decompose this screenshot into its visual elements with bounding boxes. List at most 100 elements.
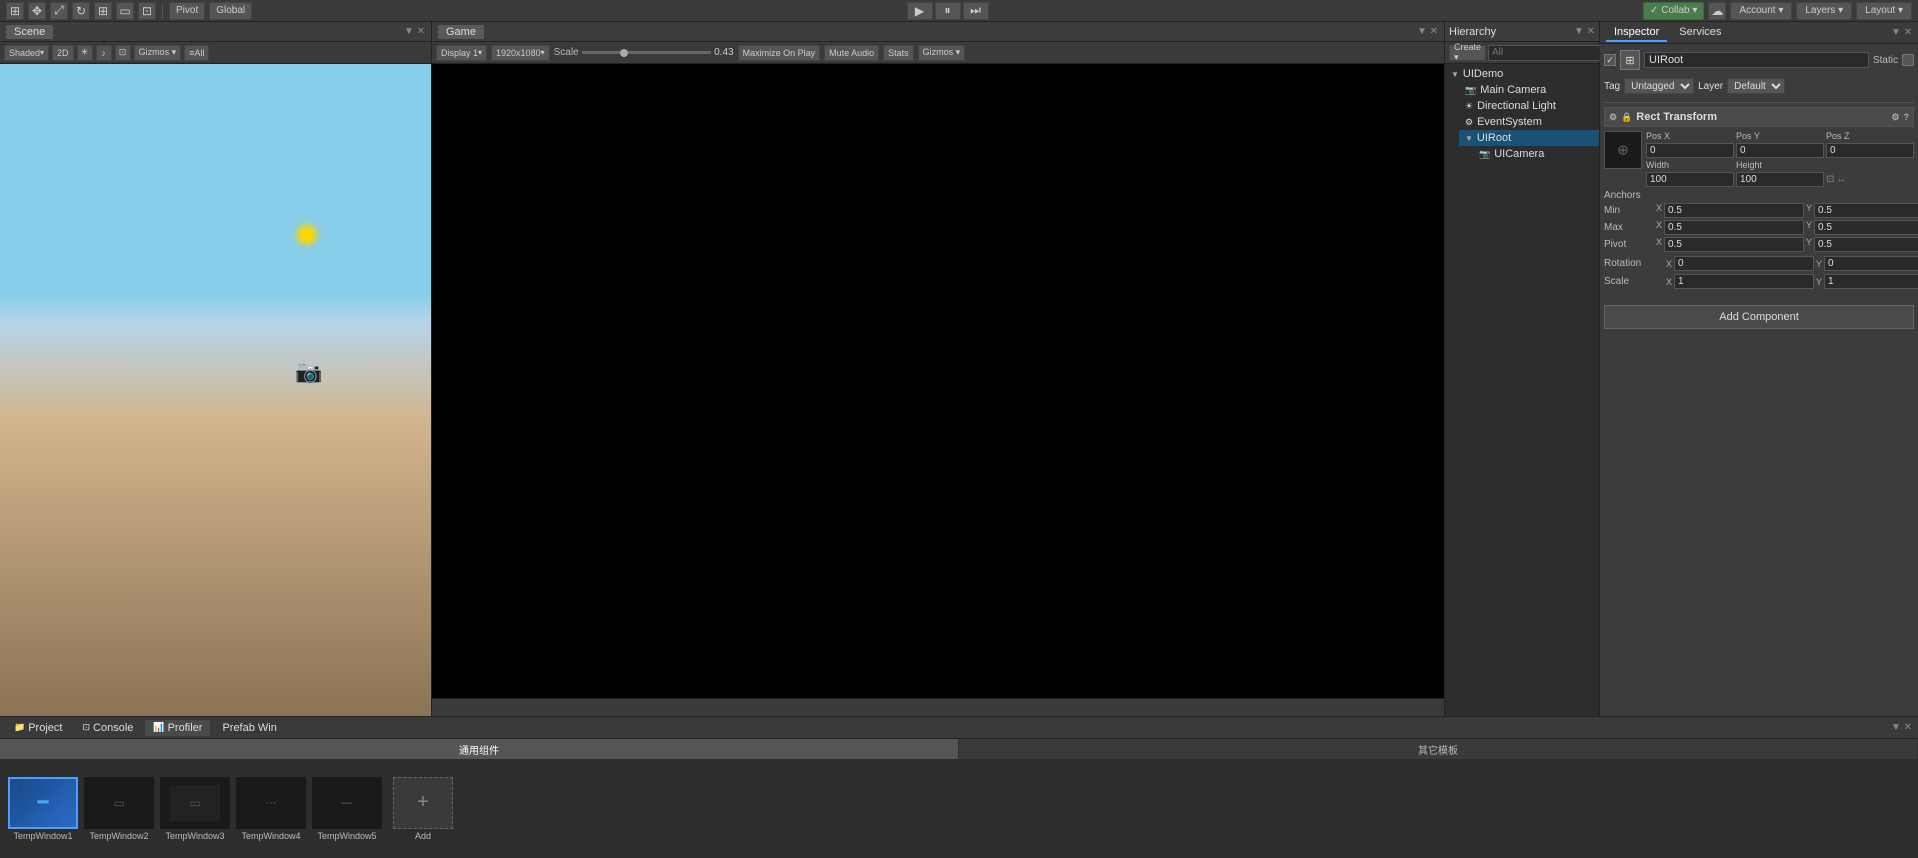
profiler-tab[interactable]: 📊 Profiler xyxy=(145,720,210,736)
pos-z-input[interactable] xyxy=(1826,143,1914,158)
rot-x-group: X xyxy=(1666,256,1814,271)
project-tab[interactable]: 📁 Project xyxy=(6,720,70,736)
anchor-max-x-input[interactable] xyxy=(1664,220,1804,235)
asset-item-tempwindow1[interactable]: ━ TempWindow1 xyxy=(8,777,78,841)
rotation-x-input[interactable] xyxy=(1674,256,1814,271)
add-component-button[interactable]: Add Component xyxy=(1604,305,1914,329)
mute-audio-button[interactable]: Mute Audio xyxy=(824,45,879,61)
tag-select[interactable]: Untagged xyxy=(1624,78,1694,94)
scale-y-input[interactable] xyxy=(1824,274,1918,289)
effects-icon[interactable]: ⊡ xyxy=(115,45,131,61)
pos-y-input[interactable] xyxy=(1736,143,1824,158)
layer-select[interactable]: Default xyxy=(1727,78,1785,94)
pause-button[interactable]: ⏸ xyxy=(935,2,961,20)
scale-slider-thumb[interactable] xyxy=(620,49,628,57)
expand-arrow-icon2: ▼ xyxy=(1465,134,1473,143)
scene-tab[interactable]: Scene xyxy=(6,25,53,39)
anchor-min-y-input[interactable] xyxy=(1814,203,1918,218)
filter-general-button[interactable]: 通用组件 xyxy=(0,739,959,759)
hierarchy-create-button[interactable]: Create ▾ xyxy=(1449,45,1486,61)
scene-viewport[interactable]: ✺ 📷 xyxy=(0,64,431,716)
audio-icon[interactable]: ♪ xyxy=(96,45,112,61)
cloud-icon[interactable]: ☁ xyxy=(1708,2,1726,20)
pos-x-input[interactable] xyxy=(1646,143,1734,158)
unity-logo-icon[interactable]: ⊞ xyxy=(6,2,24,20)
asset-item-tempwindow5[interactable]: — TempWindow5 xyxy=(312,777,382,841)
hierarchy-item-uiroot[interactable]: ▼ UIRoot xyxy=(1459,130,1599,146)
anchor-min-x-input[interactable] xyxy=(1664,203,1804,218)
hierarchy-item-label: UIDemo xyxy=(1463,68,1503,80)
account-button[interactable]: Account ▾ xyxy=(1730,2,1792,20)
stats-button[interactable]: Stats xyxy=(883,45,914,61)
inspector-object-header: ✓ ⊞ Static xyxy=(1604,48,1914,72)
asset-add-item[interactable]: + Add xyxy=(388,777,458,841)
tag-label: Tag xyxy=(1604,81,1620,92)
hierarchy-title: Hierarchy xyxy=(1449,26,1496,38)
hierarchy-item-uidemo[interactable]: ▼ UIDemo xyxy=(1445,66,1599,82)
asset-item-tempwindow4[interactable]: ··· TempWindow4 xyxy=(236,777,306,841)
wh-icons: ⊡ ↔ xyxy=(1826,160,1914,187)
lighting-icon[interactable]: ☀ xyxy=(77,45,93,61)
asset-item-tempwindow2[interactable]: ▭ TempWindow2 xyxy=(84,777,154,841)
hierarchy-item-directionallight[interactable]: ☀ Directional Light xyxy=(1459,98,1599,114)
scale-tool-icon[interactable]: ⊞ xyxy=(94,2,112,20)
height-input[interactable] xyxy=(1736,172,1824,187)
collab-button[interactable]: ✓ Collab ▾ xyxy=(1643,2,1705,20)
gizmos-game-button[interactable]: Gizmos ▾ xyxy=(918,45,966,61)
object-active-checkbox[interactable]: ✓ xyxy=(1604,54,1616,66)
static-checkbox[interactable] xyxy=(1902,54,1914,66)
transform-tool-icon[interactable]: ✥ xyxy=(28,2,46,20)
transform2-tool-icon[interactable]: ⊡ xyxy=(138,2,156,20)
layout-button[interactable]: Layout ▾ xyxy=(1856,2,1912,20)
hierarchy-item-uicamera[interactable]: 📷 UICamera xyxy=(1473,146,1599,162)
object-name-input[interactable] xyxy=(1644,52,1869,68)
rot-y-group: Y xyxy=(1816,256,1918,271)
add-asset-button[interactable]: + xyxy=(393,777,453,829)
inspector-tab[interactable]: Inspector xyxy=(1606,24,1667,42)
rect-tool-icon[interactable]: ▭ xyxy=(116,2,134,20)
posz-col: Pos Z xyxy=(1826,131,1914,158)
width-input[interactable] xyxy=(1646,172,1734,187)
anchor-max-y-input[interactable] xyxy=(1814,220,1918,235)
gizmos-scene-button[interactable]: Gizmos ▾ xyxy=(134,45,182,61)
move-tool-icon[interactable]: ⤢ xyxy=(50,2,68,20)
pivot-row: Pivot X Y xyxy=(1604,237,1914,252)
game-toolbar: Display 1 ▾ 1920x1080 ▾ Scale 0.43 Maxim… xyxy=(432,42,1444,64)
object-icon: ⊞ xyxy=(1620,50,1640,70)
pos-z-label: Pos Z xyxy=(1826,131,1914,141)
scale-x-input[interactable] xyxy=(1674,274,1814,289)
pivot-y-input[interactable] xyxy=(1814,237,1918,252)
divider1 xyxy=(1604,102,1914,103)
scale-x-group: X xyxy=(1666,274,1814,289)
display-button[interactable]: Display 1 ▾ xyxy=(436,45,487,61)
filter-other-button[interactable]: 其它模板 xyxy=(959,739,1918,759)
prefab-win-tab[interactable]: Prefab Win xyxy=(214,720,284,736)
scale-slider[interactable] xyxy=(582,51,712,54)
pivot-x-input[interactable] xyxy=(1664,237,1804,252)
height-label: Height xyxy=(1736,160,1824,170)
rect-transform-header[interactable]: ⚙ 🔒 Rect Transform ⚙ ? xyxy=(1604,107,1914,127)
hierarchy-item-eventsystem[interactable]: ⚙ EventSystem xyxy=(1459,114,1599,130)
rotate-tool-icon[interactable]: ↻ xyxy=(72,2,90,20)
maximize-on-play-button[interactable]: Maximize On Play xyxy=(738,45,821,61)
step-button[interactable]: ⏭ xyxy=(963,2,989,20)
all-layers-button[interactable]: ≡All xyxy=(184,45,209,61)
asset-item-tempwindow3[interactable]: ▭ TempWindow3 xyxy=(160,777,230,841)
global-button[interactable]: Global xyxy=(209,2,252,20)
play-button[interactable]: ▶ xyxy=(907,2,933,20)
shaded-button[interactable]: Shaded ▾ xyxy=(4,45,49,61)
pivot-button[interactable]: Pivot xyxy=(169,2,205,20)
game-panel: Game ▼ ✕ Display 1 ▾ 1920x1080 ▾ Scale 0… xyxy=(432,22,1445,716)
inspector-body: ✓ ⊞ Static Tag Untagged Layer Default xyxy=(1600,44,1918,716)
hierarchy-item-maincamera[interactable]: 📷 Main Camera xyxy=(1459,82,1599,98)
layers-button[interactable]: Layers ▾ xyxy=(1796,2,1852,20)
services-tab[interactable]: Services xyxy=(1671,24,1729,42)
hierarchy-item-label: Directional Light xyxy=(1477,100,1556,112)
console-tab[interactable]: ⊡ Console xyxy=(74,720,141,736)
game-tab[interactable]: Game xyxy=(438,25,484,39)
game-viewport[interactable] xyxy=(432,64,1444,698)
resolution-button[interactable]: 1920x1080 ▾ xyxy=(491,45,550,61)
2d-button[interactable]: 2D xyxy=(52,45,74,61)
rotation-y-input[interactable] xyxy=(1824,256,1918,271)
hierarchy-item-label: UIRoot xyxy=(1477,132,1511,144)
